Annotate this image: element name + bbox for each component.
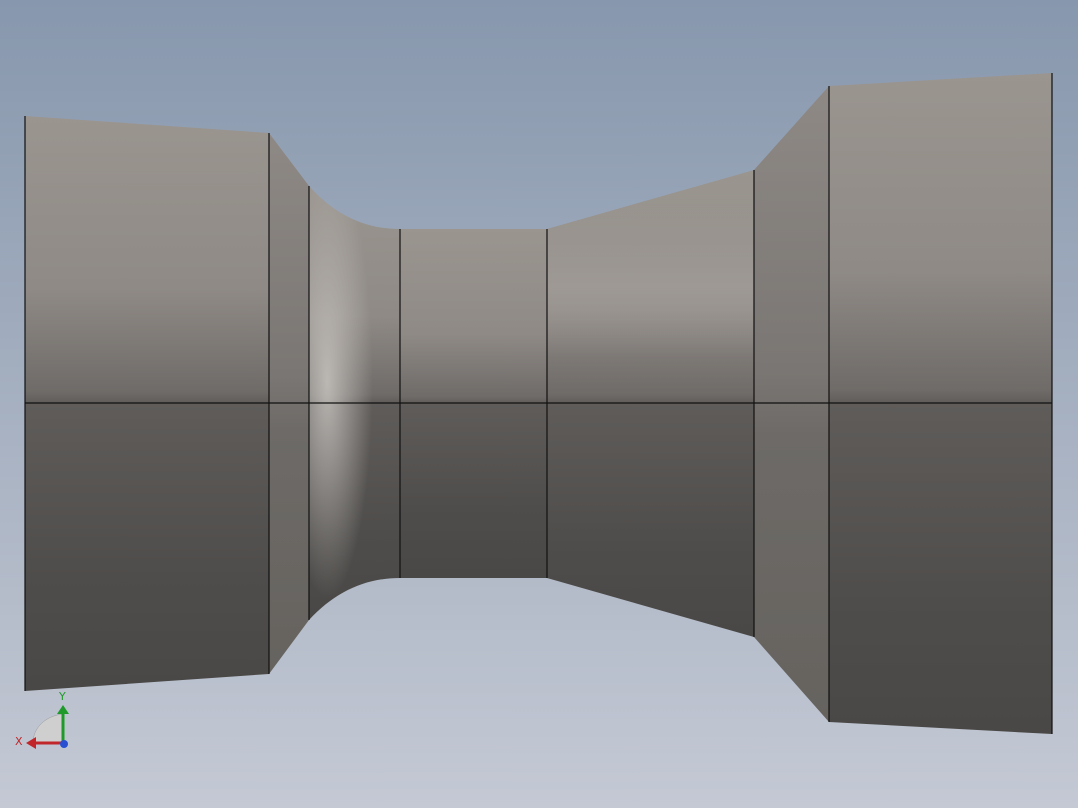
triad-z-axis bbox=[60, 740, 68, 748]
graphics-viewport[interactable]: X Y bbox=[0, 0, 1078, 808]
triad-x-label: X bbox=[15, 735, 23, 748]
face-right-cone[interactable] bbox=[754, 86, 829, 722]
triad-y-label: Y bbox=[58, 690, 66, 703]
model-canvas[interactable]: X Y bbox=[0, 0, 1078, 808]
